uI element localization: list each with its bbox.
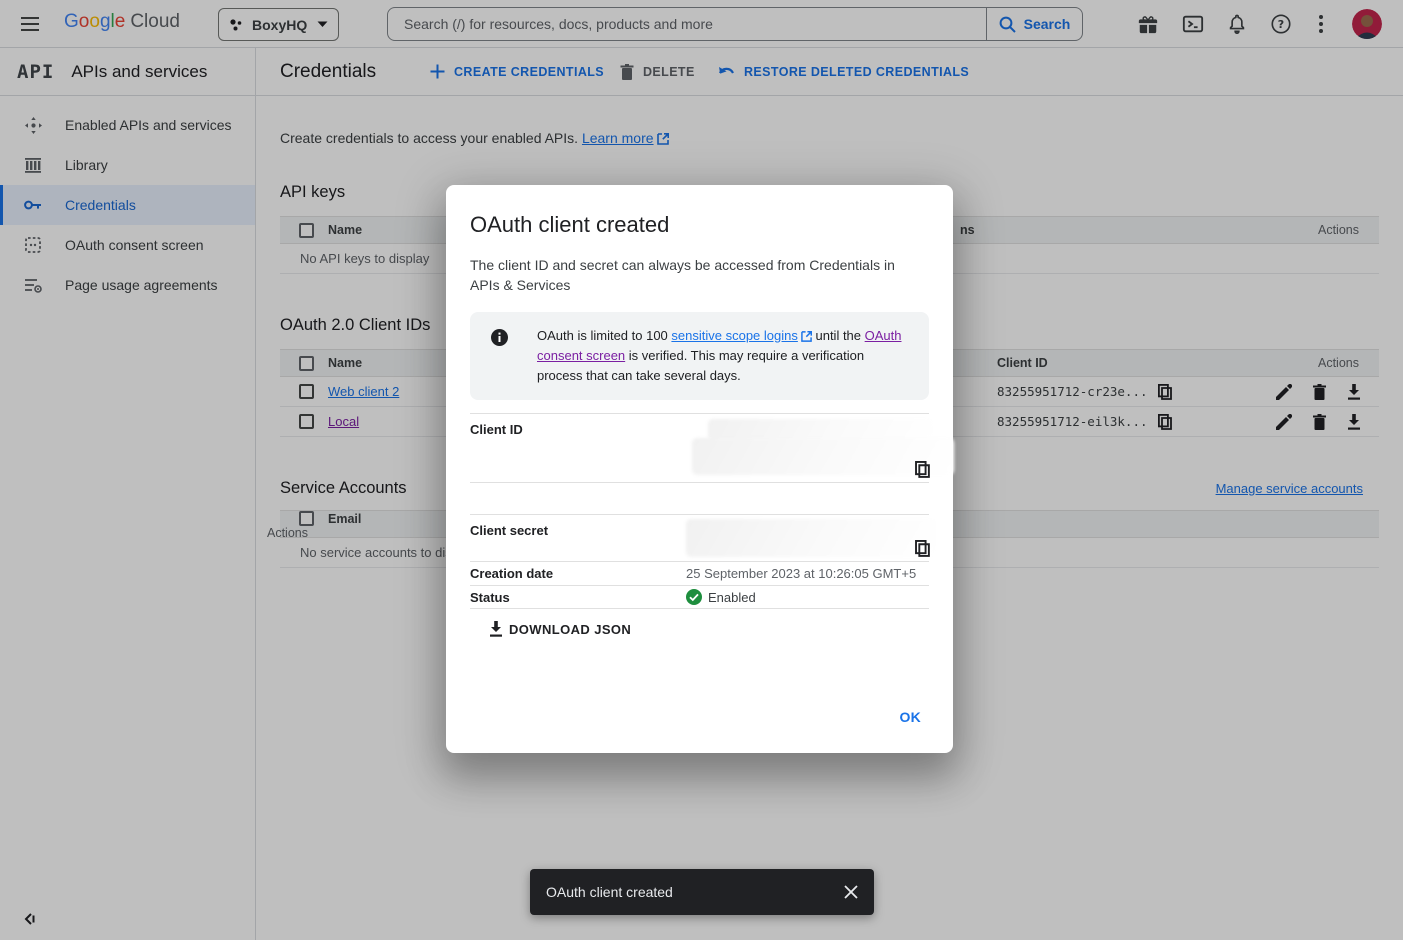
info-icon bbox=[491, 326, 508, 386]
notice-fragment: OAuth is limited to 100 bbox=[537, 328, 671, 343]
status-value: Enabled bbox=[708, 590, 756, 605]
check-circle-icon bbox=[686, 589, 702, 605]
sensitive-scope-logins-link[interactable]: sensitive scope logins bbox=[671, 328, 797, 343]
external-link-icon bbox=[801, 331, 812, 342]
download-icon bbox=[489, 621, 503, 637]
copy-icon[interactable] bbox=[915, 540, 930, 557]
client-secret-value-redacted bbox=[686, 515, 929, 561]
status-row: Status Enabled bbox=[470, 585, 929, 609]
dialog-body-text: The client ID and secret can always be a… bbox=[470, 255, 915, 295]
snackbar: OAuth client created bbox=[530, 869, 874, 915]
client-id-value-redacted bbox=[686, 414, 929, 482]
notice-fragment: until the bbox=[812, 328, 865, 343]
creation-date-row: Creation date 25 September 2023 at 10:26… bbox=[470, 561, 929, 585]
copy-icon[interactable] bbox=[915, 461, 930, 478]
oauth-client-created-dialog: OAuth client created The client ID and s… bbox=[446, 185, 953, 753]
creation-date-value: 25 September 2023 at 10:26:05 GMT+5 bbox=[686, 566, 916, 581]
download-json-button[interactable]: DOWNLOAD JSON bbox=[483, 620, 637, 638]
snackbar-message: OAuth client created bbox=[546, 884, 843, 900]
download-json-label: DOWNLOAD JSON bbox=[509, 622, 631, 637]
client-secret-label: Client secret bbox=[470, 515, 686, 561]
dialog-fields: Client ID Client secret Creation date 25… bbox=[470, 413, 929, 609]
close-icon[interactable] bbox=[843, 884, 859, 900]
creation-date-label: Creation date bbox=[470, 566, 686, 581]
client-secret-row: Client secret bbox=[470, 514, 929, 561]
blank-row bbox=[470, 482, 929, 514]
status-label: Status bbox=[470, 590, 686, 605]
notice-text: OAuth is limited to 100 sensitive scope … bbox=[537, 326, 913, 386]
ok-button[interactable]: OK bbox=[894, 708, 928, 726]
client-id-label: Client ID bbox=[470, 414, 686, 482]
dialog-title: OAuth client created bbox=[470, 185, 929, 238]
client-id-row: Client ID bbox=[470, 413, 929, 482]
notice-box: OAuth is limited to 100 sensitive scope … bbox=[470, 312, 929, 400]
